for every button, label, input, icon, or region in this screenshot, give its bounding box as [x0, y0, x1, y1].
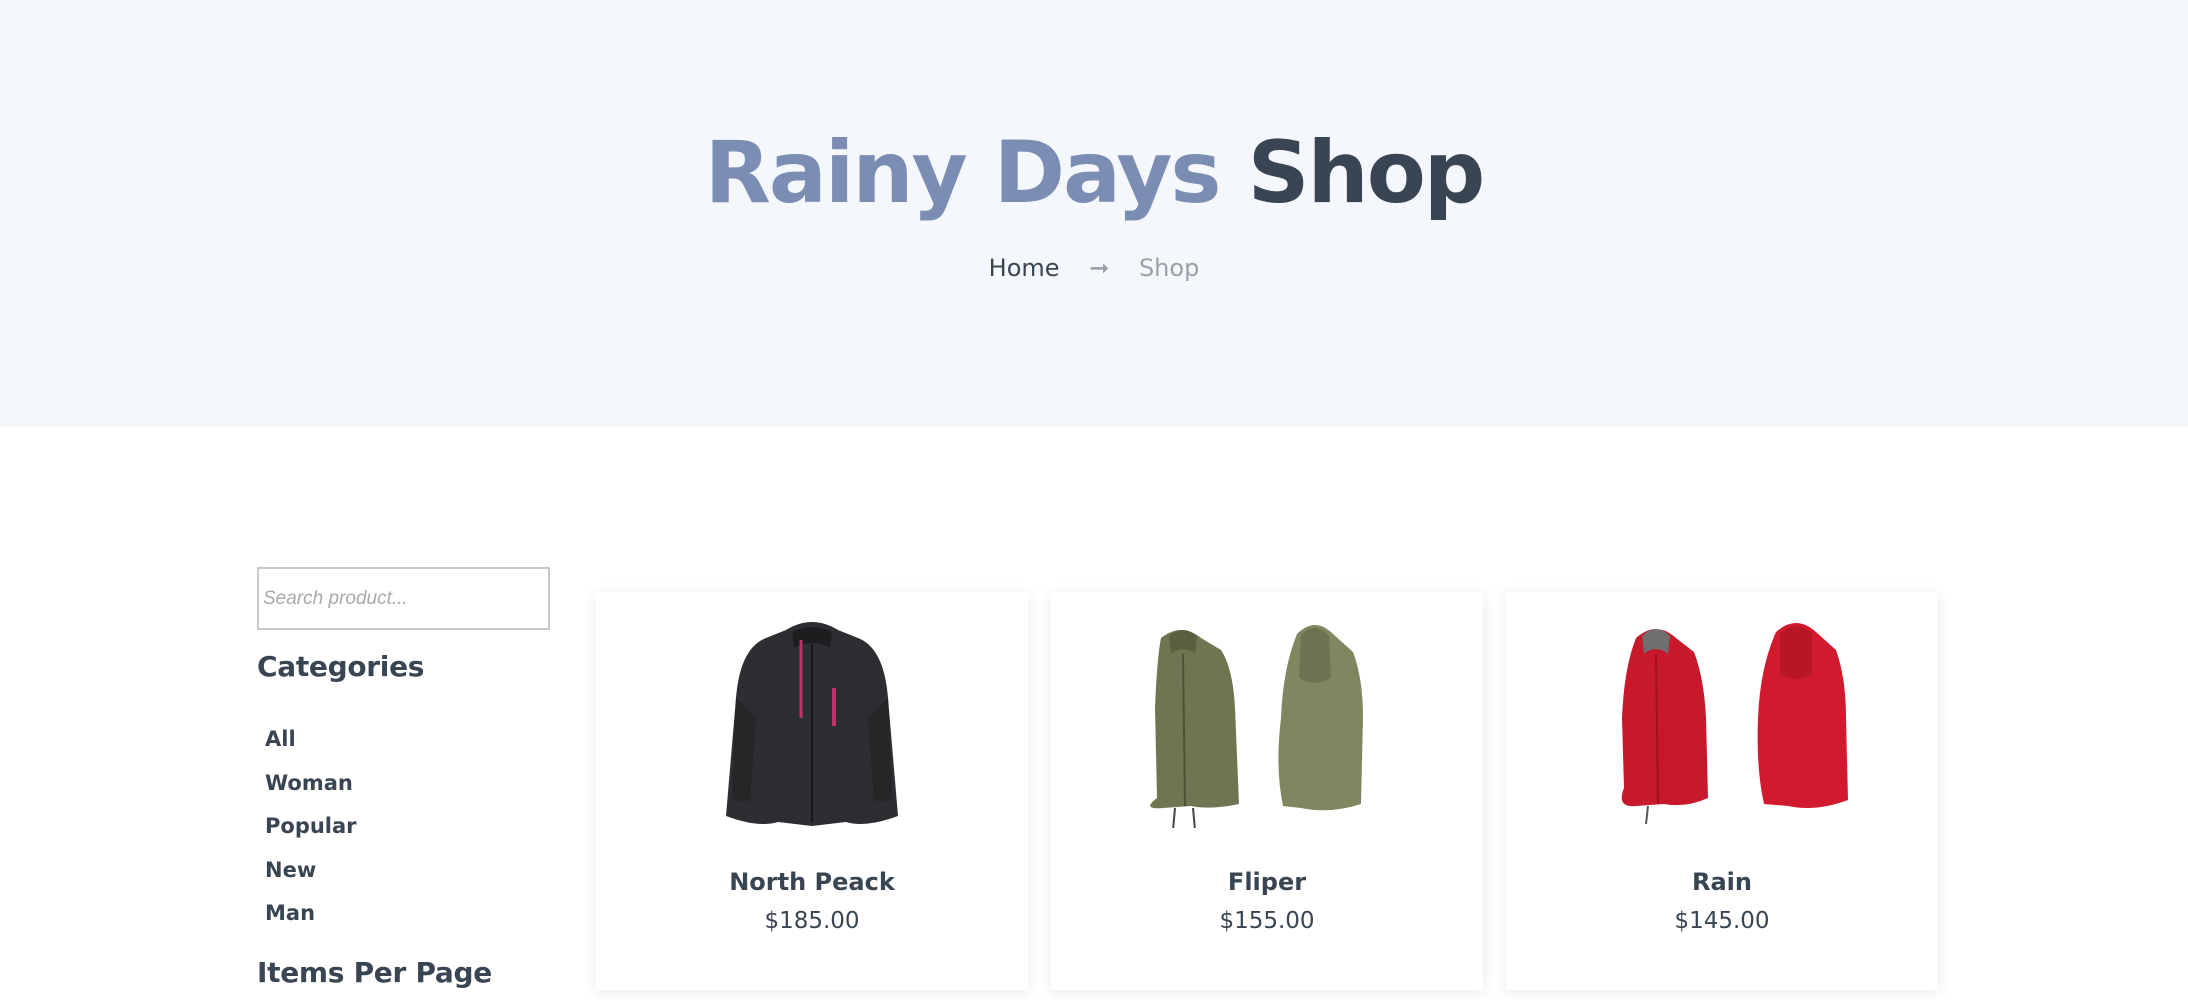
olive-parka-icon[interactable]: [1051, 608, 1483, 828]
product-price: $185.00: [764, 908, 860, 934]
title-accent: Rainy Days: [704, 123, 1222, 223]
categories-heading: Categories: [257, 650, 425, 683]
product-card[interactable]: North Peack $185.00: [596, 592, 1028, 990]
product-name[interactable]: Rain: [1506, 868, 1938, 896]
product-card[interactable]: Rain $145.00: [1506, 592, 1938, 990]
breadcrumb: Home ➞ Shop: [0, 250, 2188, 286]
product-card[interactable]: Fliper $155.00: [1051, 592, 1483, 990]
red-coat-icon[interactable]: [1506, 608, 1938, 828]
product-name[interactable]: Fliper: [1051, 868, 1483, 896]
category-list: All Woman Popular New Man: [265, 722, 357, 940]
category-item-all[interactable]: All: [265, 722, 357, 766]
hero-banner: Rainy Days Shop Home ➞ Shop: [0, 0, 2188, 427]
title-main: Shop: [1247, 123, 1486, 223]
product-price: $145.00: [1674, 908, 1770, 934]
category-item-new[interactable]: New: [265, 853, 357, 897]
product-name[interactable]: North Peack: [596, 868, 1028, 896]
dark-jacket-icon[interactable]: [596, 608, 1028, 828]
arrow-right-icon: ➞: [1089, 254, 1110, 282]
category-item-popular[interactable]: Popular: [265, 809, 357, 853]
items-per-page-heading: Items Per Page: [257, 956, 492, 989]
breadcrumb-current: Shop: [1138, 254, 1200, 282]
category-item-man[interactable]: Man: [265, 896, 357, 940]
search-input[interactable]: [257, 567, 550, 630]
page-title: Rainy Days Shop: [0, 118, 2188, 228]
product-price: $155.00: [1219, 908, 1315, 934]
breadcrumb-home-link[interactable]: Home: [989, 254, 1060, 282]
category-item-woman[interactable]: Woman: [265, 766, 357, 810]
